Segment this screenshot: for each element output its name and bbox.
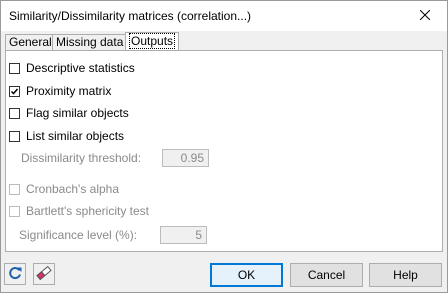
dissimilarity-threshold-label: Dissimilarity threshold: bbox=[21, 151, 142, 165]
outputs-panel: Descriptive statistics Proximity matrix … bbox=[5, 50, 443, 252]
cronbachs-alpha-label: Cronbach's alpha bbox=[26, 182, 120, 196]
tab-outputs[interactable]: Outputs bbox=[125, 32, 180, 50]
descriptive-statistics-label: Descriptive statistics bbox=[26, 61, 135, 75]
ok-button[interactable]: OK bbox=[210, 263, 283, 287]
cronbachs-alpha-checkbox[interactable] bbox=[9, 183, 20, 195]
reset-icon bbox=[7, 265, 23, 284]
close-button[interactable] bbox=[403, 1, 447, 31]
list-similar-objects-label: List similar objects bbox=[26, 129, 125, 143]
flag-similar-objects-option[interactable]: Flag similar objects bbox=[9, 106, 129, 120]
proximity-matrix-label: Proximity matrix bbox=[26, 84, 112, 98]
significance-level-row: Significance level (%): 5 bbox=[6, 226, 442, 244]
cronbachs-alpha-option[interactable]: Cronbach's alpha bbox=[9, 182, 119, 196]
proximity-matrix-option[interactable]: Proximity matrix bbox=[9, 84, 111, 98]
reset-button[interactable] bbox=[4, 263, 26, 285]
tab-missing-data[interactable]: Missing data bbox=[52, 34, 128, 50]
tab-general[interactable]: General bbox=[5, 34, 56, 50]
cancel-button[interactable]: Cancel bbox=[290, 263, 363, 287]
checkmark-icon bbox=[10, 88, 19, 95]
eraser-button[interactable] bbox=[33, 263, 55, 285]
list-similar-objects-option[interactable]: List similar objects bbox=[9, 129, 124, 143]
proximity-matrix-checkbox[interactable] bbox=[9, 85, 20, 97]
close-icon bbox=[419, 9, 431, 23]
help-button[interactable]: Help bbox=[369, 263, 442, 287]
descriptive-statistics-checkbox[interactable] bbox=[9, 62, 20, 74]
significance-level-input[interactable]: 5 bbox=[160, 226, 207, 244]
flag-similar-objects-checkbox[interactable] bbox=[9, 107, 20, 119]
eraser-icon bbox=[36, 265, 52, 284]
window-title: Similarity/Dissimilarity matrices (corre… bbox=[9, 9, 252, 23]
significance-level-label: Significance level (%): bbox=[19, 228, 138, 242]
bartletts-test-label: Bartlett's sphericity test bbox=[26, 204, 149, 218]
list-similar-objects-checkbox[interactable] bbox=[9, 130, 20, 142]
flag-similar-objects-label: Flag similar objects bbox=[26, 106, 129, 120]
title-bar: Similarity/Dissimilarity matrices (corre… bbox=[1, 1, 447, 31]
dialog-window: Similarity/Dissimilarity matrices (corre… bbox=[0, 0, 448, 293]
dissimilarity-threshold-input[interactable]: 0.95 bbox=[162, 149, 209, 167]
descriptive-statistics-option[interactable]: Descriptive statistics bbox=[9, 61, 135, 75]
dissimilarity-threshold-row: Dissimilarity threshold: 0.95 bbox=[6, 149, 442, 167]
bartletts-test-option[interactable]: Bartlett's sphericity test bbox=[9, 204, 149, 218]
bartletts-test-checkbox[interactable] bbox=[9, 205, 20, 217]
